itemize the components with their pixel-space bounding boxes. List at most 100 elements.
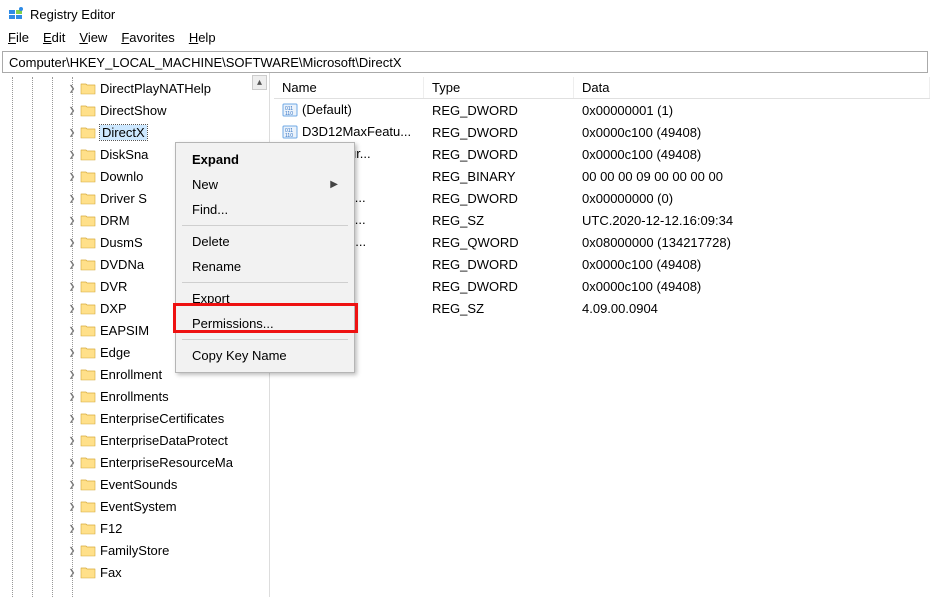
folder-icon xyxy=(80,367,96,381)
folder-icon xyxy=(80,125,96,139)
folder-icon xyxy=(80,81,96,95)
submenu-arrow-icon: ▶ xyxy=(330,179,338,190)
tree-item-enrollments[interactable]: ❯Enrollments xyxy=(0,385,269,407)
tree-label: Driver S xyxy=(100,191,147,206)
tree-item-familystore[interactable]: ❯FamilyStore xyxy=(0,539,269,561)
value-data: 0x0000c100 (49408) xyxy=(574,257,930,272)
value-type: REG_DWORD xyxy=(424,257,574,272)
tree-label: DRM xyxy=(100,213,130,228)
tree-label: EAPSIM xyxy=(100,323,149,338)
tree-label: Fax xyxy=(100,565,122,580)
numeric-value-icon: 011110 xyxy=(282,124,298,140)
value-name: D3D12MaxFeatu... xyxy=(302,124,411,139)
tree-label: Edge xyxy=(100,345,130,360)
value-row[interactable]: 011110MinFeatur...REG_DWORD0x0000c100 (4… xyxy=(274,143,930,165)
menu-favorites[interactable]: Favorites xyxy=(121,30,174,45)
value-data: 0x0000c100 (49408) xyxy=(574,279,930,294)
value-data: 0x0000c100 (49408) xyxy=(574,125,930,140)
value-data: 0x00000001 (1) xyxy=(574,103,930,118)
value-row[interactable]: 011110tureLevelREG_DWORD0x0000c100 (4940… xyxy=(274,253,930,275)
tree-scroll-up-icon[interactable]: ▴ xyxy=(252,75,267,90)
tree-item-enterprisecertificates[interactable]: ❯EnterpriseCertificates xyxy=(0,407,269,429)
cm-find[interactable]: Find... xyxy=(176,197,354,222)
folder-icon xyxy=(80,279,96,293)
col-header-data[interactable]: Data xyxy=(574,77,930,98)
list-pane[interactable]: Name Type Data 011110(Default)REG_DWORD0… xyxy=(274,73,930,597)
folder-icon xyxy=(80,543,96,557)
value-type: REG_DWORD xyxy=(424,125,574,140)
tree-item-directplaynathelp[interactable]: ❯DirectPlayNATHelp xyxy=(0,77,269,99)
tree-label: FamilyStore xyxy=(100,543,169,558)
tree-item-fax[interactable]: ❯Fax xyxy=(0,561,269,583)
tree-label: DirectX xyxy=(100,125,147,140)
value-type: REG_QWORD xyxy=(424,235,574,250)
col-header-name[interactable]: Name xyxy=(274,77,424,98)
menu-file[interactable]: File xyxy=(8,30,29,45)
tree-label: Enrollments xyxy=(100,389,169,404)
tree-label: DirectPlayNATHelp xyxy=(100,81,211,96)
tree-item-eventsounds[interactable]: ❯EventSounds xyxy=(0,473,269,495)
value-row[interactable]: 011110laterStart...REG_DWORD0x00000000 (… xyxy=(274,187,930,209)
value-row[interactable]: 011110tureLevelREG_DWORD0x0000c100 (4940… xyxy=(274,275,930,297)
numeric-value-icon: 011110 xyxy=(282,102,298,118)
title-bar: Registry Editor xyxy=(0,0,930,28)
tree-label: DXP xyxy=(100,301,127,316)
folder-icon xyxy=(80,103,96,117)
tree-item-enterpriseresourcema[interactable]: ❯EnterpriseResourceMa xyxy=(0,451,269,473)
folder-icon xyxy=(80,257,96,271)
regedit-icon xyxy=(8,6,24,22)
cm-rename[interactable]: Rename xyxy=(176,254,354,279)
col-header-type[interactable]: Type xyxy=(424,77,574,98)
tree-item-enterprisedataprotect[interactable]: ❯EnterpriseDataProtect xyxy=(0,429,269,451)
app-title: Registry Editor xyxy=(30,7,115,22)
tree-item-directx[interactable]: ❯DirectX xyxy=(0,121,269,143)
menu-help[interactable]: Help xyxy=(189,30,216,45)
menu-edit[interactable]: Edit xyxy=(43,30,65,45)
folder-icon xyxy=(80,411,96,425)
folder-icon xyxy=(80,301,96,315)
value-row[interactable]: 011110dicatedVi...REG_QWORD0x08000000 (1… xyxy=(274,231,930,253)
menu-view[interactable]: View xyxy=(79,30,107,45)
value-type: REG_SZ xyxy=(424,301,574,316)
cm-copy-key-name[interactable]: Copy Key Name xyxy=(176,343,354,368)
tree-item-eventsystem[interactable]: ❯EventSystem xyxy=(0,495,269,517)
folder-icon xyxy=(80,147,96,161)
value-row[interactable]: 011110 D3D12MaxFeatu... REG_DWORD0x0000c10… xyxy=(274,121,930,143)
tree-label: EventSystem xyxy=(100,499,177,514)
cm-separator xyxy=(182,282,348,283)
tree-item-directshow[interactable]: ❯DirectShow xyxy=(0,99,269,121)
folder-icon xyxy=(80,213,96,227)
tree-label: DusmS xyxy=(100,235,143,250)
cm-delete[interactable]: Delete xyxy=(176,229,354,254)
folder-icon xyxy=(80,323,96,337)
value-row[interactable]: 011110(Default)REG_DWORD0x00000001 (1) xyxy=(274,99,930,121)
value-row[interactable]: 011110dVersionREG_BINARY00 00 00 09 00 0… xyxy=(274,165,930,187)
tree-label: Enrollment xyxy=(100,367,162,382)
cm-new[interactable]: New ▶ xyxy=(176,172,354,197)
tree-label: Downlo xyxy=(100,169,143,184)
value-data: 0x00000000 (0) xyxy=(574,191,930,206)
cm-export[interactable]: Export xyxy=(176,286,354,311)
value-type: REG_DWORD xyxy=(424,279,574,294)
address-bar[interactable]: Computer\HKEY_LOCAL_MACHINE\SOFTWARE\Mic… xyxy=(2,51,928,73)
value-row[interactable]: ablaterStart...REG_SZUTC.2020-12-12.16:0… xyxy=(274,209,930,231)
value-data: 00 00 00 09 00 00 00 00 xyxy=(574,169,930,184)
folder-icon xyxy=(80,521,96,535)
folder-icon xyxy=(80,191,96,205)
tree-label: EnterpriseDataProtect xyxy=(100,433,228,448)
tree-label: EnterpriseResourceMa xyxy=(100,455,233,470)
cm-separator xyxy=(182,339,348,340)
value-type: REG_DWORD xyxy=(424,147,574,162)
svg-text:110: 110 xyxy=(285,133,293,139)
folder-icon xyxy=(80,477,96,491)
tree-label: F12 xyxy=(100,521,122,536)
cm-expand[interactable]: Expand xyxy=(176,147,354,172)
tree-label: EnterpriseCertificates xyxy=(100,411,224,426)
cm-permissions[interactable]: Permissions... xyxy=(176,311,354,336)
tree-item-f12[interactable]: ❯F12 xyxy=(0,517,269,539)
tree-label: EventSounds xyxy=(100,477,177,492)
menu-bar: File Edit View Favorites Help xyxy=(0,28,930,51)
value-row[interactable]: abREG_SZ4.09.00.0904 xyxy=(274,297,930,319)
folder-icon xyxy=(80,235,96,249)
context-menu: Expand New ▶ Find... Delete Rename Expor… xyxy=(175,142,355,373)
